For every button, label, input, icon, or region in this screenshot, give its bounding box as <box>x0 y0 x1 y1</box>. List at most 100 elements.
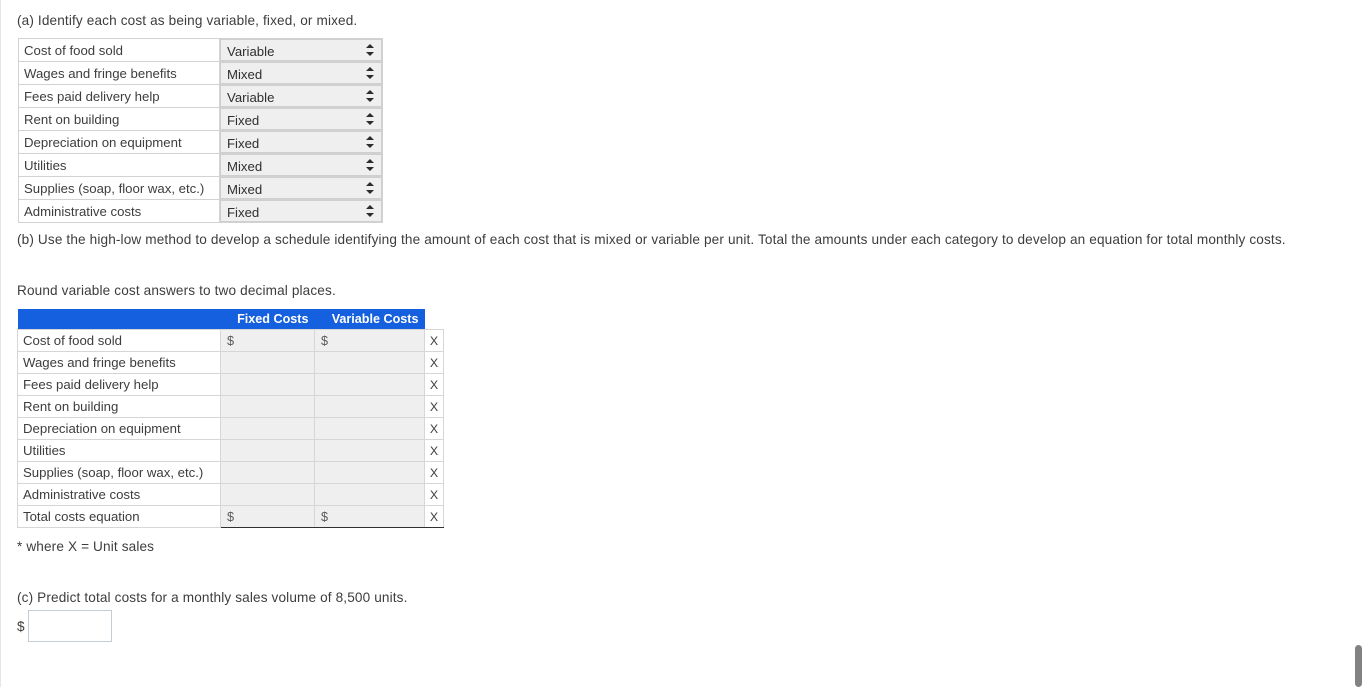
cost-label: Supplies (soap, floor wax, etc.) <box>17 461 221 484</box>
cost-type-cell: Variable <box>219 84 383 108</box>
cost-label: Fees paid delivery help <box>17 373 221 396</box>
table-row: Depreciation on equipment Fixed <box>18 130 383 154</box>
chevron-updown-icon <box>366 158 375 172</box>
cost-type-select[interactable]: Mixed <box>220 154 382 176</box>
cost-type-select[interactable]: Variable <box>220 39 382 61</box>
column-header-blank <box>17 309 221 330</box>
cost-schedule-table: Fixed Costs Variable Costs Cost of food … <box>17 309 444 528</box>
unit-marker: X <box>424 439 444 462</box>
table-row: Wages and fringe benefits X <box>17 351 444 374</box>
cost-label: Administrative costs <box>18 199 220 223</box>
table-row: Administrative costs Fixed <box>18 199 383 223</box>
cost-type-value: Variable <box>227 90 275 105</box>
cost-type-value: Mixed <box>227 67 263 82</box>
unit-marker: X <box>424 505 444 528</box>
cost-type-cell: Fixed <box>219 107 383 131</box>
chevron-updown-icon <box>366 66 375 80</box>
question-page: (a) Identify each cost as being variable… <box>0 0 1364 687</box>
cost-type-value: Mixed <box>227 182 263 197</box>
cost-label: Cost of food sold <box>17 329 221 352</box>
table-row: Fees paid delivery help Variable <box>18 84 383 108</box>
fixed-cost-input[interactable] <box>220 373 315 396</box>
cost-schedule-header: Fixed Costs Variable Costs <box>17 309 444 330</box>
unit-marker: X <box>424 351 444 374</box>
table-header-row: Fixed Costs Variable Costs <box>17 309 444 330</box>
cost-classification-body: Cost of food sold Variable Wages and fri… <box>18 38 383 223</box>
table-row: Fees paid delivery help X <box>17 373 444 396</box>
cost-type-cell: Mixed <box>219 176 383 200</box>
variable-cost-input[interactable] <box>314 373 425 396</box>
chevron-updown-icon <box>366 181 375 195</box>
cost-label: Cost of food sold <box>18 38 220 62</box>
part-b-rounding-note: Round variable cost answers to two decim… <box>17 283 336 298</box>
cost-label: Rent on building <box>18 107 220 131</box>
variable-cost-input[interactable] <box>314 351 425 374</box>
unit-marker: X <box>424 395 444 418</box>
cost-type-select[interactable]: Fixed <box>220 200 382 222</box>
part-c-prompt: (c) Predict total costs for a monthly sa… <box>17 590 408 605</box>
cost-type-select[interactable]: Variable <box>220 85 382 107</box>
part-b-footnote: * where X = Unit sales <box>17 539 155 554</box>
fixed-cost-input[interactable] <box>220 417 315 440</box>
cost-type-value: Fixed <box>227 205 260 220</box>
fixed-cost-input[interactable] <box>220 395 315 418</box>
cost-label: Fees paid delivery help <box>18 84 220 108</box>
variable-cost-input[interactable] <box>314 417 425 440</box>
table-row: Administrative costs X <box>17 483 444 506</box>
cost-label: Depreciation on equipment <box>18 130 220 154</box>
cost-label: Wages and fringe benefits <box>18 61 220 85</box>
table-row: Wages and fringe benefits Mixed <box>18 61 383 85</box>
scrollbar-thumb[interactable] <box>1355 645 1362 687</box>
cost-type-value: Fixed <box>227 136 260 151</box>
chevron-updown-icon <box>366 135 375 149</box>
fixed-cost-input[interactable] <box>220 483 315 506</box>
fixed-cost-input[interactable] <box>220 439 315 462</box>
unit-marker: X <box>424 461 444 484</box>
column-header-fixed-costs: Fixed Costs <box>220 309 315 330</box>
table-row: Rent on building Fixed <box>18 107 383 131</box>
chevron-updown-icon <box>366 112 375 126</box>
unit-marker: X <box>424 483 444 506</box>
table-row: Cost of food sold $ $ X <box>17 329 444 352</box>
table-row: Supplies (soap, floor wax, etc.) Mixed <box>18 176 383 200</box>
cost-type-select[interactable]: Mixed <box>220 177 382 199</box>
unit-marker: X <box>424 417 444 440</box>
page-scrollbar[interactable] <box>1355 0 1364 687</box>
cost-type-select[interactable]: Fixed <box>220 108 382 130</box>
unit-marker: X <box>424 373 444 396</box>
cost-label: Rent on building <box>17 395 221 418</box>
cost-type-select[interactable]: Fixed <box>220 131 382 153</box>
variable-cost-input[interactable]: $ <box>314 329 425 352</box>
total-fixed-cost-input[interactable]: $ <box>220 505 315 528</box>
total-variable-cost-input[interactable]: $ <box>314 505 425 528</box>
fixed-cost-input[interactable]: $ <box>220 329 315 352</box>
variable-cost-input[interactable] <box>314 395 425 418</box>
cost-type-cell: Fixed <box>219 130 383 154</box>
variable-cost-input[interactable] <box>314 483 425 506</box>
table-row-total: Total costs equation $ $ X <box>17 505 444 528</box>
cost-type-select[interactable]: Mixed <box>220 62 382 84</box>
total-cost-input[interactable] <box>28 610 112 642</box>
variable-cost-input[interactable] <box>314 461 425 484</box>
unit-marker: X <box>424 329 444 352</box>
table-row: Depreciation on equipment X <box>17 417 444 440</box>
chevron-updown-icon <box>366 89 375 103</box>
cost-label: Utilities <box>18 153 220 177</box>
cost-type-cell: Mixed <box>219 61 383 85</box>
cost-label: Depreciation on equipment <box>17 417 221 440</box>
variable-cost-input[interactable] <box>314 439 425 462</box>
cost-label: Supplies (soap, floor wax, etc.) <box>18 176 220 200</box>
cost-type-cell: Mixed <box>219 153 383 177</box>
cost-label: Wages and fringe benefits <box>17 351 221 374</box>
part-a-prompt: (a) Identify each cost as being variable… <box>17 13 358 28</box>
total-label: Total costs equation <box>17 505 221 528</box>
table-row: Utilities Mixed <box>18 153 383 177</box>
chevron-updown-icon <box>366 43 375 57</box>
column-header-unit <box>424 309 444 330</box>
column-header-variable-costs: Variable Costs <box>314 309 425 330</box>
table-row: Rent on building X <box>17 395 444 418</box>
fixed-cost-input[interactable] <box>220 461 315 484</box>
fixed-cost-input[interactable] <box>220 351 315 374</box>
cost-type-value: Fixed <box>227 113 260 128</box>
part-b-prompt: (b) Use the high-low method to develop a… <box>17 232 1286 247</box>
